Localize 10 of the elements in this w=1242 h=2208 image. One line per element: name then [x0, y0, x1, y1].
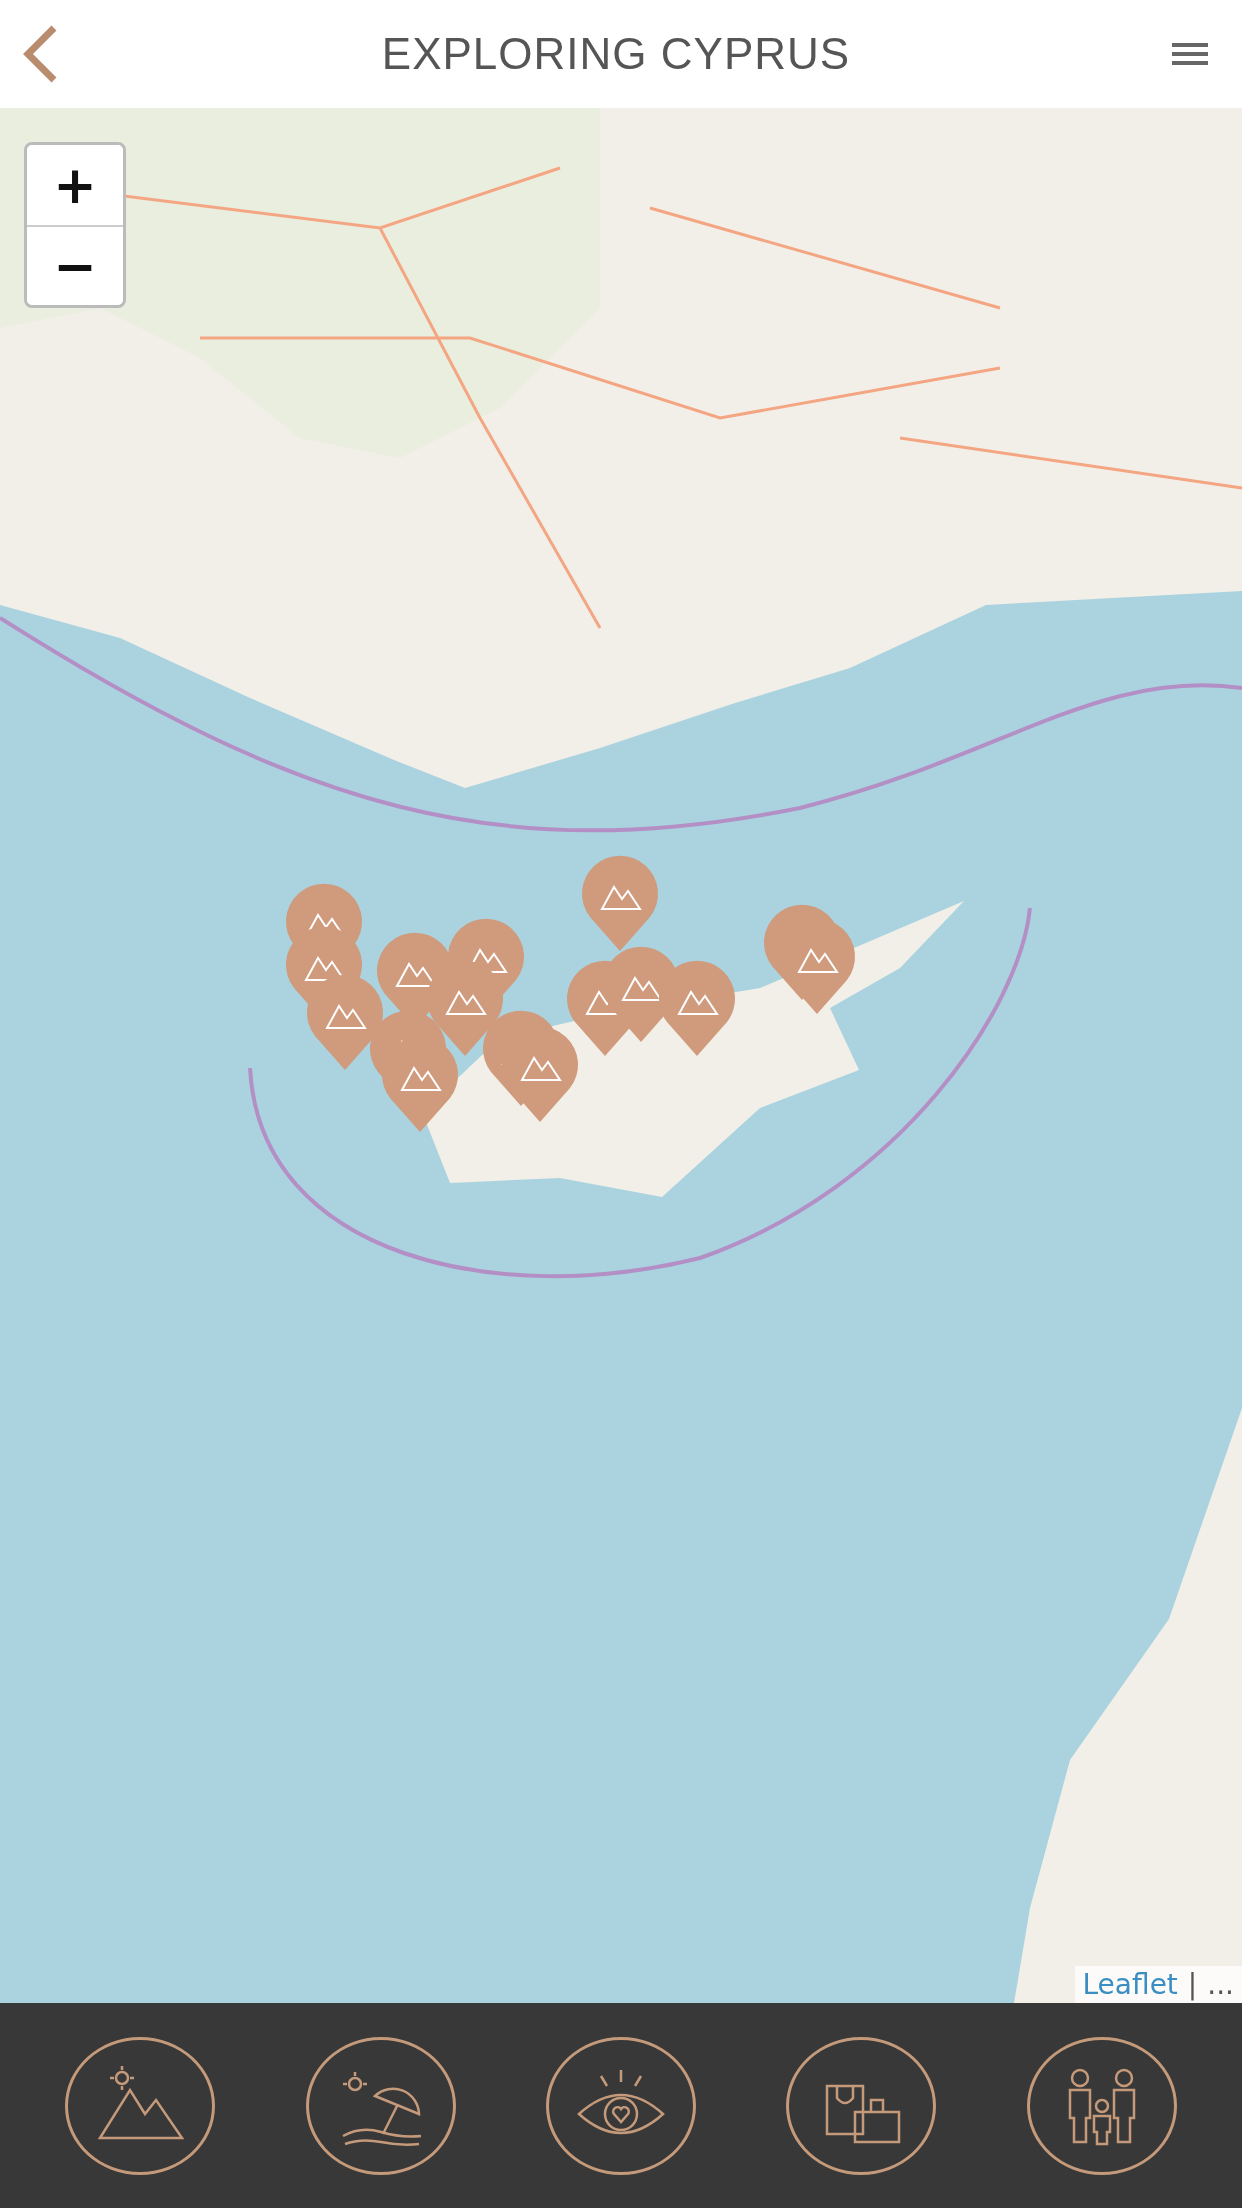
- menu-icon: [1172, 41, 1208, 67]
- category-button[interactable]: [305, 2036, 456, 2175]
- category-button[interactable]: [786, 2036, 937, 2175]
- page-title: EXPLORING CYPRUS: [381, 29, 851, 79]
- zoom-out-button[interactable]: −: [27, 225, 123, 305]
- category-button[interactable]: [1026, 2036, 1177, 2175]
- category-button[interactable]: [545, 2036, 696, 2175]
- category-button[interactable]: [65, 2036, 216, 2175]
- attribution-separator: |: [1187, 1968, 1198, 2001]
- attribution-more: ...: [1207, 1968, 1234, 2001]
